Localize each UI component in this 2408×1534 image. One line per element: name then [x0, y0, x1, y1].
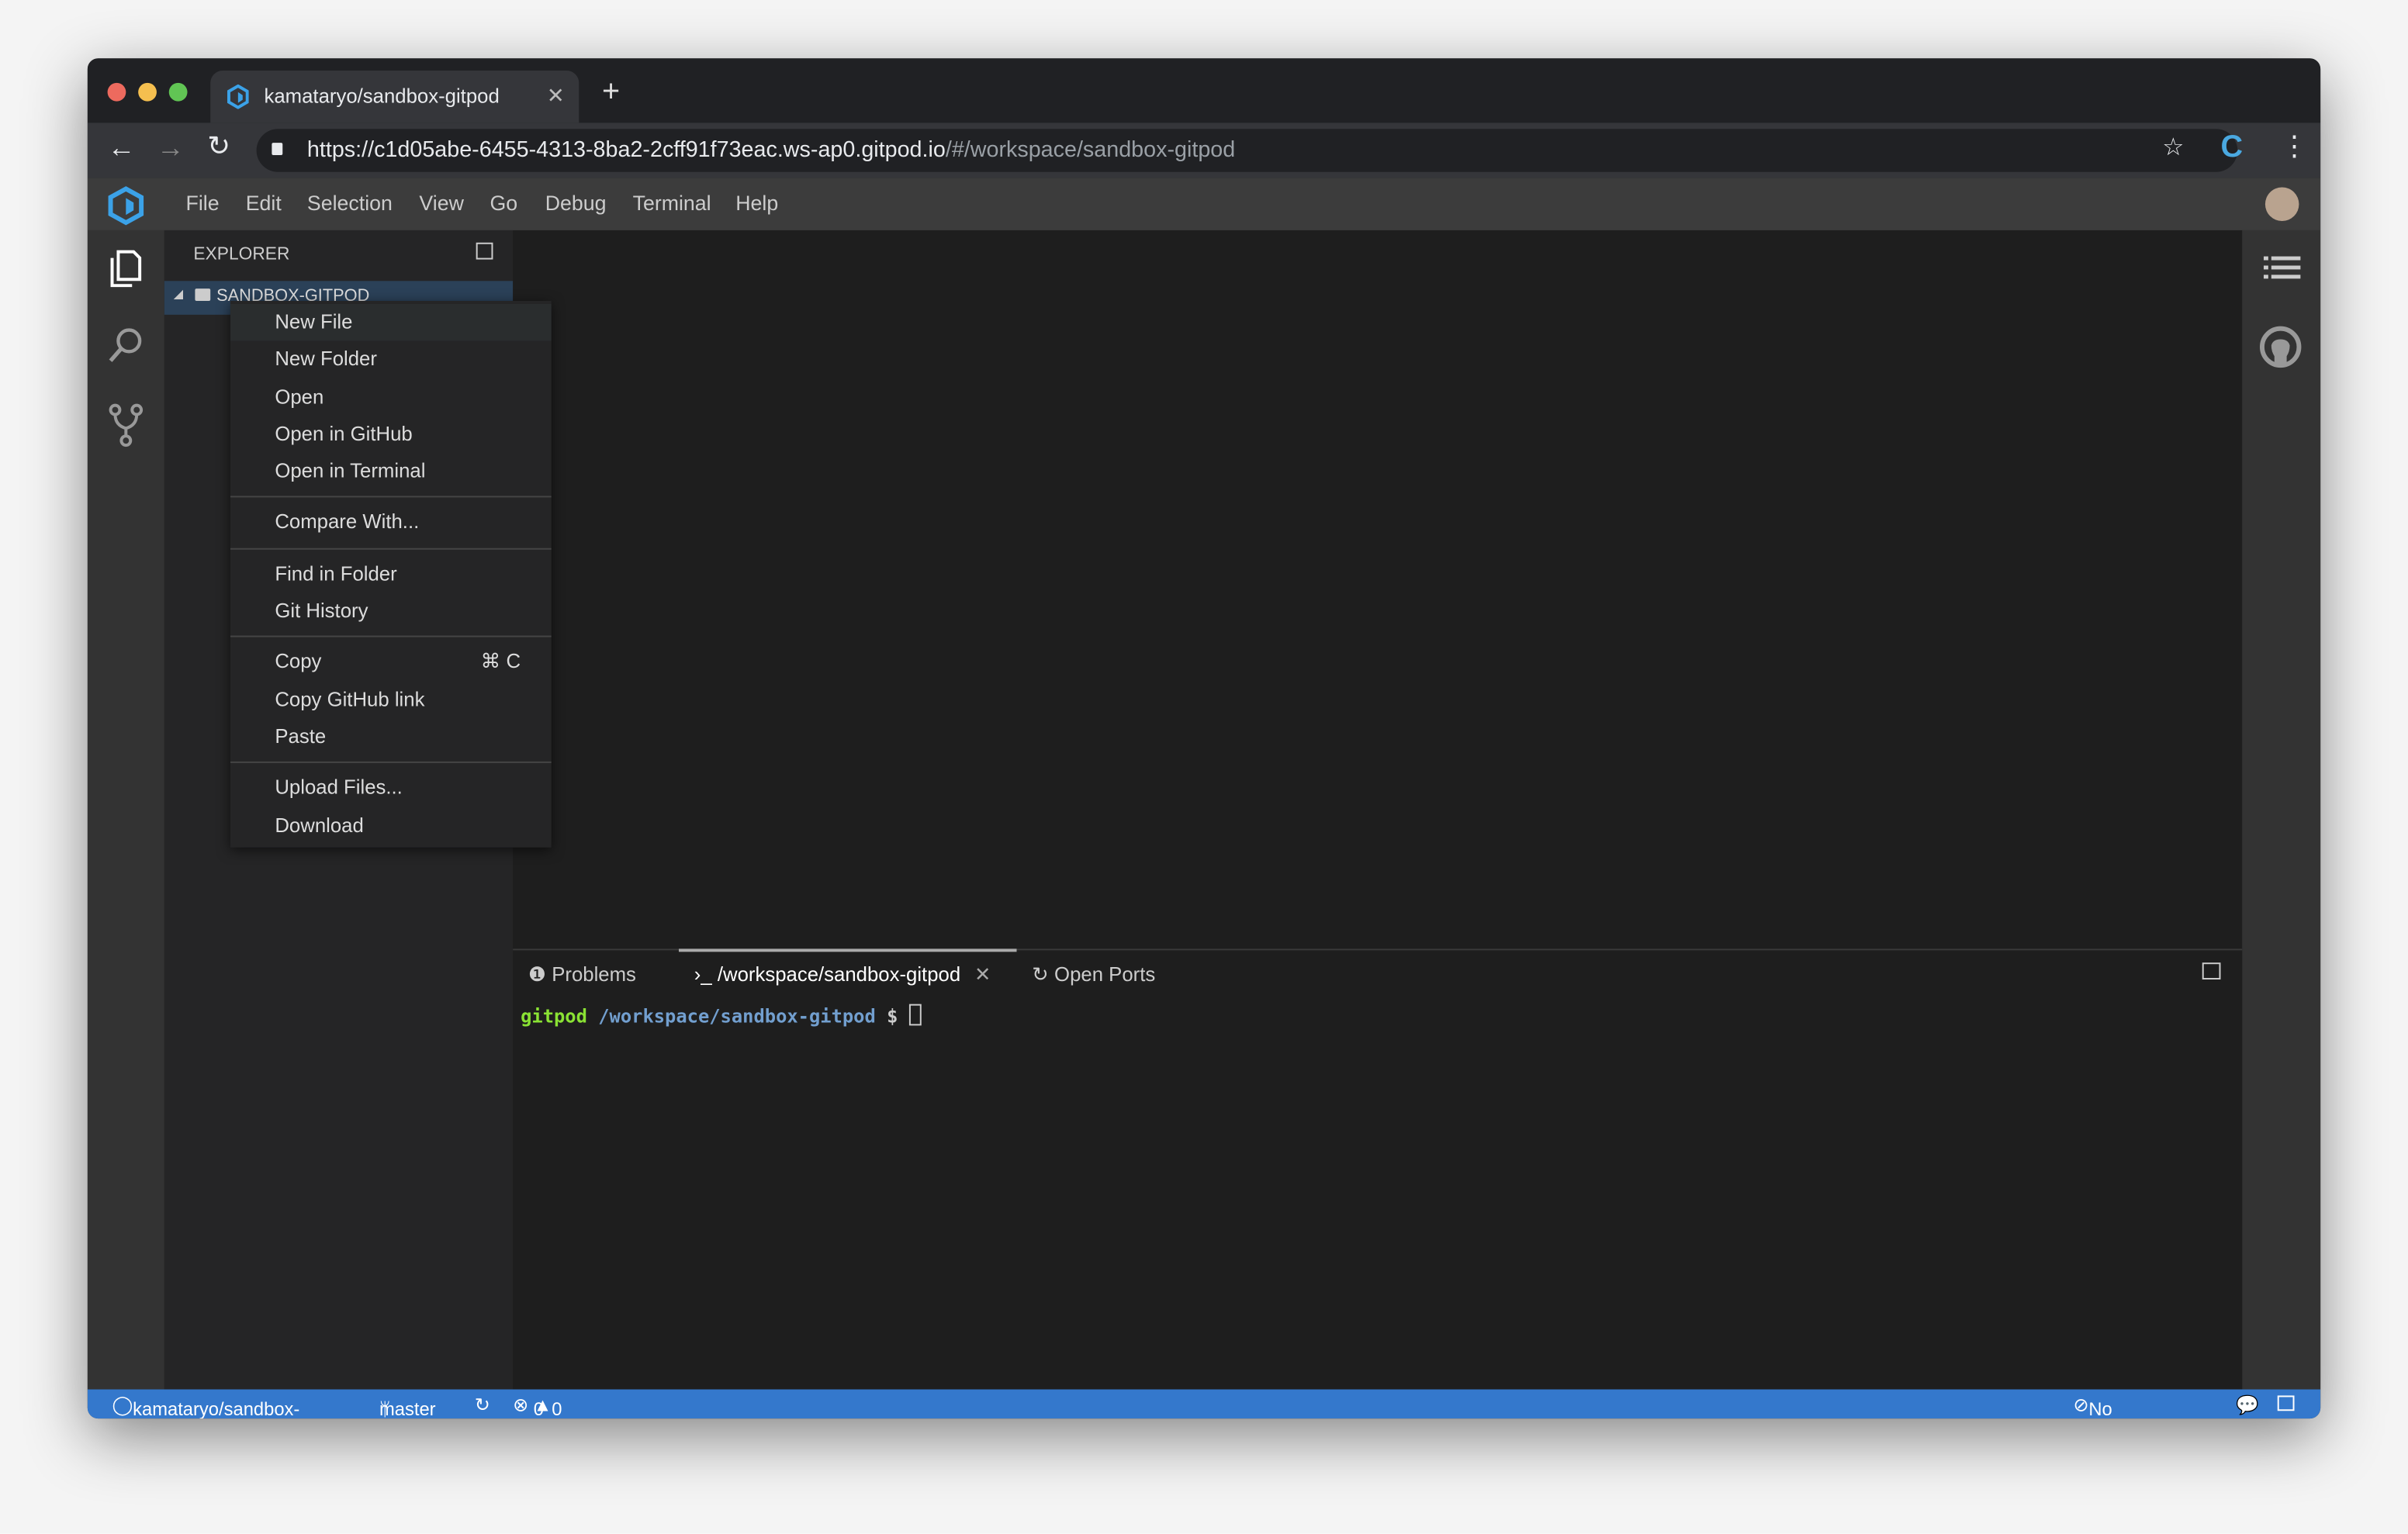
sync-icon[interactable]: ↻ — [475, 1394, 490, 1415]
menu-item-copy[interactable]: Copy ⌘ C — [230, 644, 552, 681]
new-tab-button[interactable]: + — [602, 75, 620, 111]
tab-label: Open Ports — [1054, 962, 1156, 986]
menu-view[interactable]: View — [419, 192, 463, 215]
files-icon[interactable] — [108, 249, 145, 288]
gitpod-logo-icon — [108, 186, 144, 226]
menu-go[interactable]: Go — [490, 192, 517, 215]
extension-icon[interactable]: C — [2221, 130, 2244, 166]
menu-item-open[interactable]: Open — [230, 378, 552, 416]
status-ports[interactable]: ⊘ No open ports — [2073, 1394, 2112, 1418]
menu-item-copy-github-link[interactable]: Copy GitHub link — [230, 681, 552, 718]
menu-item-new-folder[interactable]: New Folder — [230, 341, 552, 378]
source-control-icon[interactable] — [108, 403, 145, 448]
menu-terminal[interactable]: Terminal — [633, 192, 711, 215]
folder-icon — [195, 288, 211, 302]
menu-item-find-in-folder[interactable]: Find in Folder — [230, 555, 552, 593]
feedback-icon[interactable]: 💬 — [2236, 1394, 2259, 1415]
menu-separator — [230, 496, 552, 499]
url-hash: /#/workspace/sandbox-gitpod — [945, 138, 1236, 163]
menu-debug[interactable]: Debug — [545, 192, 607, 215]
menu-bar: File Edit Selection View Go Debug Termin… — [87, 178, 2321, 230]
context-menu: New File New Folder Open Open in GitHub … — [230, 301, 552, 848]
tab-title: kamataryo/sandbox-gitpod — [264, 84, 500, 108]
browser-window: kamataryo/sandbox-gitpod ✕ + ← → ↻ https… — [87, 58, 2321, 1419]
search-icon[interactable] — [108, 326, 145, 365]
menu-item-compare-with[interactable]: Compare With... — [230, 504, 552, 541]
notifications-icon[interactable] — [2277, 1395, 2295, 1411]
url-text: https://c1d05abe-6455-4313-8ba2-2cff91f7… — [307, 129, 1235, 171]
tab-open-ports[interactable]: ↻ Open Ports — [1032, 962, 1155, 987]
tab-terminal[interactable]: ›_ /workspace/sandbox-gitpod ✕ — [694, 962, 991, 987]
menu-item-new-file[interactable]: New File — [230, 303, 552, 342]
forward-icon[interactable]: → — [157, 132, 185, 164]
address-bar-row: ← → ↻ https://c1d05abe-6455-4313-8ba2-2c… — [87, 123, 2321, 178]
active-tab-indicator — [678, 948, 1017, 952]
screen: kamataryo/sandbox-gitpod ✕ + ← → ↻ https… — [0, 0, 2408, 1534]
menu-item-download[interactable]: Download — [230, 807, 552, 844]
url-host: https://c1d05abe-6455-4313-8ba2-2cff91f7… — [306, 138, 946, 163]
menu-file[interactable]: File — [186, 192, 220, 215]
menu-item-open-in-github[interactable]: Open in GitHub — [230, 416, 552, 453]
github-icon[interactable] — [2259, 326, 2302, 368]
info-icon: ❶ — [528, 962, 547, 986]
menu-separator — [230, 636, 552, 638]
terminal-cwd: /workspace/sandbox-gitpod — [598, 1005, 876, 1028]
ports-label: No open ports — [2088, 1398, 2112, 1419]
gitpod-favicon-icon — [227, 84, 249, 109]
repo-label: kamataryo/sandbox-gitpod — [133, 1398, 300, 1419]
status-problems[interactable]: ⊗ 0 ▲ 0 — [513, 1394, 562, 1419]
activity-bar — [87, 230, 164, 1390]
menu-edit[interactable]: Edit — [246, 192, 282, 215]
menu-item-paste[interactable]: Paste — [230, 718, 552, 755]
menu-item-open-in-terminal[interactable]: Open in Terminal — [230, 453, 552, 490]
expand-arrow-icon: ◢ — [173, 287, 183, 302]
menu-item-label: Copy — [275, 650, 322, 673]
menu-selection[interactable]: Selection — [307, 192, 393, 215]
shortcut-label: ⌘ C — [480, 650, 521, 673]
close-terminal-icon[interactable]: ✕ — [974, 962, 991, 986]
menu-item-git-history[interactable]: Git History — [230, 593, 552, 630]
back-icon[interactable]: ← — [108, 132, 136, 164]
bookmark-star-icon[interactable]: ☆ — [2162, 132, 2184, 163]
split-panel-icon[interactable] — [2202, 962, 2221, 979]
explorer-title: EXPLORER — [193, 245, 290, 264]
browser-tab[interactable]: kamataryo/sandbox-gitpod ✕ — [210, 71, 580, 123]
close-window-button[interactable] — [107, 82, 126, 102]
browser-menu-icon[interactable]: ⋮ — [2281, 130, 2309, 163]
collapse-all-icon[interactable] — [476, 242, 493, 260]
terminal-cursor — [908, 1004, 922, 1026]
avatar[interactable] — [2264, 187, 2299, 222]
bottom-panel: ❶ Problems ›_ /workspace/sandbox-gitpod ✕… — [513, 948, 2243, 1391]
right-sidebar — [2242, 230, 2321, 1390]
menu-item-upload-files[interactable]: Upload Files... — [230, 769, 552, 807]
terminal-icon: ›_ — [694, 962, 712, 986]
reload-icon[interactable]: ↻ — [207, 130, 230, 163]
terminal-prompt: $ — [887, 1005, 898, 1028]
editor-area — [513, 230, 2243, 949]
outline-list-icon[interactable] — [2263, 255, 2301, 286]
tab-label: Problems — [552, 962, 636, 986]
ports-icon: ↻ — [1032, 962, 1049, 986]
lock-icon — [272, 143, 283, 155]
terminal-user: gitpod — [521, 1005, 587, 1028]
menu-separator — [230, 762, 552, 764]
error-count: 0 — [533, 1398, 544, 1419]
maximize-window-button[interactable] — [168, 82, 188, 102]
branch-label: master — [379, 1398, 436, 1419]
url-input[interactable]: https://c1d05abe-6455-4313-8ba2-2cff91f7… — [256, 129, 2238, 172]
status-bar: ◯ kamataryo/sandbox-gitpod ᛘ master ↻ ⊗ … — [87, 1389, 2321, 1419]
tab-label: /workspace/sandbox-gitpod — [717, 962, 961, 986]
menu-separator — [230, 548, 552, 550]
tab-bar: kamataryo/sandbox-gitpod ✕ + — [87, 58, 2321, 123]
close-tab-icon[interactable]: ✕ — [547, 83, 565, 109]
minimize-window-button[interactable] — [138, 82, 157, 102]
tab-problems[interactable]: ❶ Problems — [528, 962, 636, 987]
menu-help[interactable]: Help — [735, 192, 778, 215]
terminal-output[interactable]: gitpod /workspace/sandbox-gitpod $ — [521, 1004, 922, 1028]
warning-count: 0 — [552, 1398, 562, 1419]
status-repo[interactable]: ◯ kamataryo/sandbox-gitpod — [112, 1394, 300, 1418]
